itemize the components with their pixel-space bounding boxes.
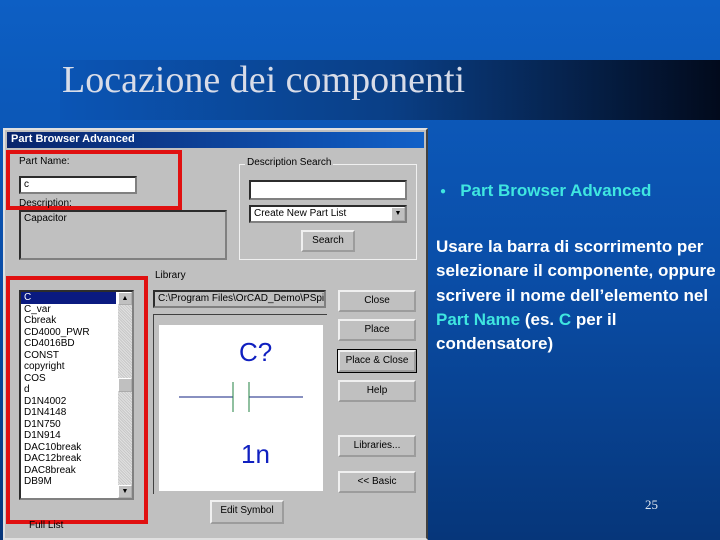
list-item[interactable]: copyright — [21, 361, 132, 373]
scroll-thumb[interactable] — [118, 378, 132, 392]
list-item[interactable]: CD4000_PWR — [21, 327, 132, 339]
scroll-up-icon[interactable]: ▲ — [118, 292, 132, 305]
place-close-button[interactable]: Place & Close — [337, 349, 417, 373]
list-item[interactable]: DAC12break — [21, 453, 132, 465]
list-item[interactable]: DAC8break — [21, 465, 132, 477]
close-button[interactable]: Close — [338, 290, 416, 312]
help-button[interactable]: Help — [338, 380, 416, 402]
body-highlight-part-name: Part Name — [436, 309, 521, 329]
list-item[interactable]: Cbreak — [21, 315, 132, 327]
chevron-down-icon[interactable]: ▼ — [391, 207, 405, 221]
basic-button[interactable]: << Basic — [338, 471, 416, 493]
scroll-down-icon[interactable]: ▼ — [118, 485, 132, 498]
description-label: Description: — [19, 198, 72, 209]
page-number: 25 — [645, 497, 658, 512]
list-item[interactable]: C_var — [21, 304, 132, 316]
library-label: Library — [155, 270, 186, 281]
part-list[interactable]: C C_var Cbreak CD4000_PWR CD4016BD CONST copyr… — [19, 290, 134, 500]
part-browser-dialog: Part Browser Advanced Part Name: c Descr… — [3, 128, 428, 540]
list-item[interactable]: d — [21, 384, 132, 396]
slide-title: Locazione dei componenti — [62, 59, 466, 101]
part-list-value: Create New Part List — [254, 208, 347, 219]
list-item[interactable]: D1N4002 — [21, 396, 132, 408]
body-mid: (es. — [520, 309, 559, 329]
scrollbar[interactable]: ▲ ▼ — [118, 292, 132, 498]
bullet-item: ● Part Browser Advanced — [440, 181, 651, 201]
preview-value: 1n — [241, 439, 270, 469]
edit-symbol-button[interactable]: Edit Symbol — [210, 500, 284, 524]
description-field: Capacitor — [19, 210, 227, 260]
list-item[interactable]: COS — [21, 373, 132, 385]
capacitor-symbol-icon — [179, 382, 303, 412]
list-item[interactable]: DB9M — [21, 476, 132, 488]
list-item[interactable]: D1N4148 — [21, 407, 132, 419]
list-item[interactable]: D1N914 — [21, 430, 132, 442]
part-name-label: Part Name: — [19, 156, 70, 167]
body-pre: Usare la barra di scorrimento per selezi… — [436, 237, 716, 305]
libraries-button[interactable]: Libraries... — [338, 435, 416, 457]
list-item[interactable]: CONST — [21, 350, 132, 362]
bullet-icon: ● — [440, 186, 447, 198]
body-text: Usare la barra di scorrimento per selezi… — [436, 235, 716, 356]
symbol-preview: C? 1n — [159, 325, 323, 491]
list-item[interactable]: D1N750 — [21, 419, 132, 431]
library-path: C:\Program Files\OrCAD_Demo\PSpi — [153, 290, 326, 308]
preview-reference: C? — [239, 337, 273, 367]
search-button[interactable]: Search — [301, 230, 355, 252]
list-item[interactable]: DAC10break — [21, 442, 132, 454]
place-button[interactable]: Place — [338, 319, 416, 341]
part-list-select[interactable]: Create New Part List ▼ — [249, 205, 407, 223]
part-name-input[interactable]: c — [19, 176, 137, 194]
description-search-label: Description Search — [245, 157, 334, 168]
dialog-title: Part Browser Advanced — [7, 132, 424, 148]
list-item[interactable]: CD4016BD — [21, 338, 132, 350]
list-item[interactable]: C — [21, 292, 116, 304]
bullet-text: Part Browser Advanced — [460, 181, 652, 200]
body-highlight-c: C — [558, 309, 572, 329]
full-list-label: Full List — [29, 520, 64, 531]
description-search-input[interactable] — [249, 180, 407, 200]
